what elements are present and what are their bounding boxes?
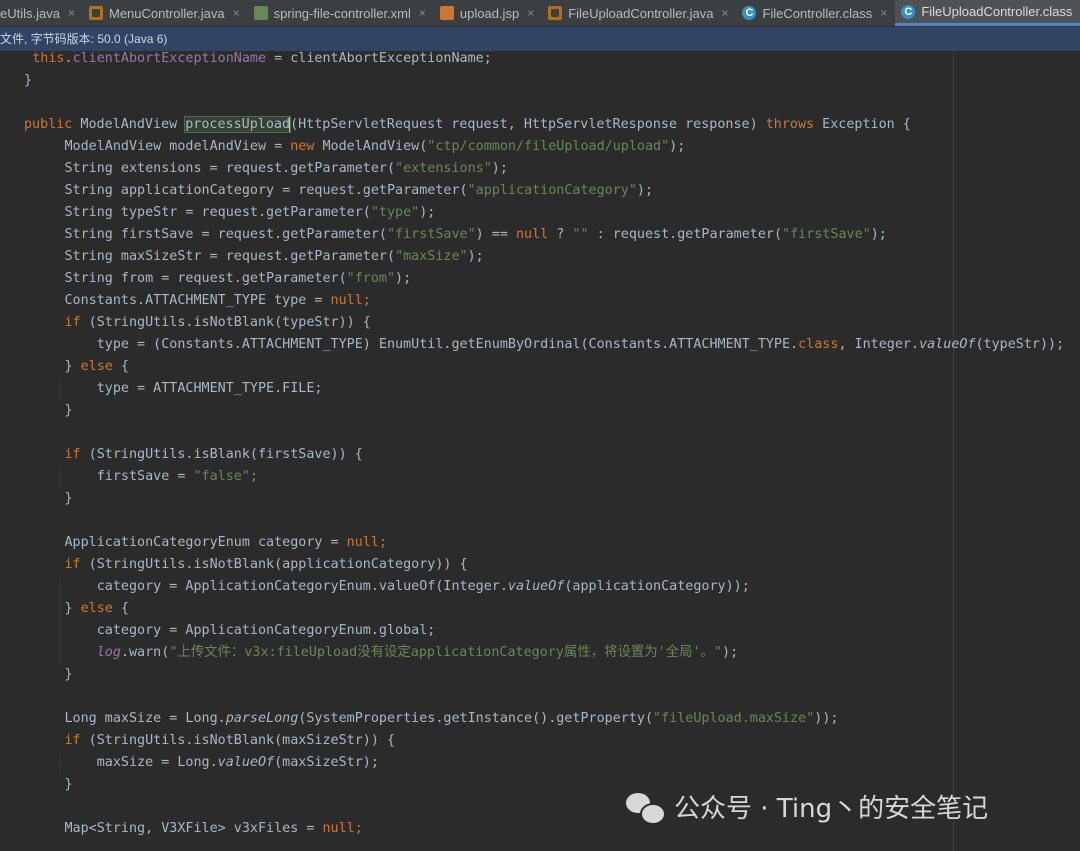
code-line: } else { xyxy=(0,601,129,616)
code-line: type = ATTACHMENT_TYPE.FILE; xyxy=(0,381,323,396)
code-line: Constants.ATTACHMENT_TYPE type = null; xyxy=(0,293,371,308)
code-line: Long maxSize = Long.parseLong(SystemProp… xyxy=(0,711,839,726)
tab-label: eUtils.java xyxy=(0,5,60,21)
tab-label: upload.jsp xyxy=(459,5,520,21)
code-line: firstSave = "false"; xyxy=(0,469,258,484)
tab-label: FileUploadController.class xyxy=(921,4,1073,19)
code-line: ModelAndView modelAndView = new ModelAnd… xyxy=(0,139,686,154)
code-line: String maxSizeStr = request.getParameter… xyxy=(0,249,484,264)
code-content: this.clientAbortExceptionName = clientAb… xyxy=(0,51,1064,840)
code-line: if (StringUtils.isNotBlank(maxSizeStr)) … xyxy=(64,733,396,748)
tab-filecontroller-class[interactable]: FileController.class × xyxy=(736,0,895,26)
code-line: public ModelAndView processUpload(HttpSe… xyxy=(24,116,911,133)
java-file-icon xyxy=(548,6,563,20)
tab-upload-jsp[interactable]: upload.jsp × xyxy=(434,0,542,26)
code-line: log.warn("上传文件：v3x:fileUpload没有设定applica… xyxy=(96,645,739,660)
close-icon[interactable]: × xyxy=(233,6,240,20)
java-file-icon xyxy=(88,6,103,20)
code-line: type = (Constants.ATTACHMENT_TYPE) EnumU… xyxy=(0,337,1065,352)
code-line: this.clientAbortExceptionName = clientAb… xyxy=(32,51,492,66)
code-line: } xyxy=(0,403,73,418)
highlighted-method-name: processUpload xyxy=(184,116,292,133)
code-line: String from = request.getParameter("from… xyxy=(0,271,412,286)
code-line: String applicationCategory = request.get… xyxy=(0,183,654,198)
code-line: String extensions = request.getParameter… xyxy=(0,161,508,176)
tab-fileuploadcontroller-java[interactable]: FileUploadController.java × xyxy=(542,0,736,26)
class-file-icon xyxy=(901,4,916,19)
code-line: } else { xyxy=(0,359,129,374)
close-icon[interactable]: × xyxy=(721,6,728,20)
code-line: category = ApplicationCategoryEnum.value… xyxy=(0,579,750,594)
editor-tab-bar: eUtils.java × MenuController.java × spri… xyxy=(0,0,1080,27)
tab-menucontroller-java[interactable]: MenuController.java × xyxy=(83,0,248,26)
tab-eutils-java[interactable]: eUtils.java × xyxy=(0,0,83,26)
tab-label: FileController.class xyxy=(762,5,873,21)
code-line: String typeStr = request.getParameter("t… xyxy=(0,205,436,220)
code-line: } xyxy=(0,667,73,682)
jsp-file-icon xyxy=(439,6,454,20)
decompiled-file-info-bar: 文件, 字节码版本: 50.0 (Java 6) xyxy=(0,27,1080,51)
code-line: } xyxy=(0,491,73,506)
wechat-icon xyxy=(626,791,666,825)
tab-label: MenuController.java xyxy=(108,5,225,21)
tab-label: spring-file-controller.xml xyxy=(273,5,411,21)
code-line: ApplicationCategoryEnum category = null; xyxy=(0,535,387,550)
code-line: } xyxy=(24,73,33,88)
code-editor[interactable]: this.clientAbortExceptionName = clientAb… xyxy=(0,51,1080,851)
tab-spring-file-controller-xml[interactable]: spring-file-controller.xml × xyxy=(248,0,434,26)
code-line: if (StringUtils.isNotBlank(typeStr)) { xyxy=(64,315,371,330)
close-icon[interactable]: × xyxy=(527,6,534,20)
info-text: 文件, 字节码版本: 50.0 (Java 6) xyxy=(0,32,168,46)
code-line: if (StringUtils.isBlank(firstSave)) { xyxy=(64,447,363,462)
tab-label: FileUploadController.java xyxy=(568,5,714,21)
code-line: String firstSave = request.getParameter(… xyxy=(0,227,887,242)
watermark-text: 公众号 · Ting丶的安全笔记 xyxy=(674,794,989,824)
xml-file-icon xyxy=(253,6,268,20)
class-file-icon xyxy=(742,6,757,20)
tab-fileuploadcontroller-class[interactable]: FileUploadController.class xyxy=(895,0,1080,26)
watermark: 公众号 · Ting丶的安全笔记 xyxy=(626,788,988,825)
code-line: category = ApplicationCategoryEnum.globa… xyxy=(0,623,436,638)
close-icon[interactable]: × xyxy=(419,6,426,20)
close-icon[interactable]: × xyxy=(68,6,75,20)
close-icon[interactable]: × xyxy=(880,6,887,20)
code-line: if (StringUtils.isNotBlank(applicationCa… xyxy=(64,557,468,572)
code-line: maxSize = Long.valueOf(maxSizeStr); xyxy=(0,755,379,770)
